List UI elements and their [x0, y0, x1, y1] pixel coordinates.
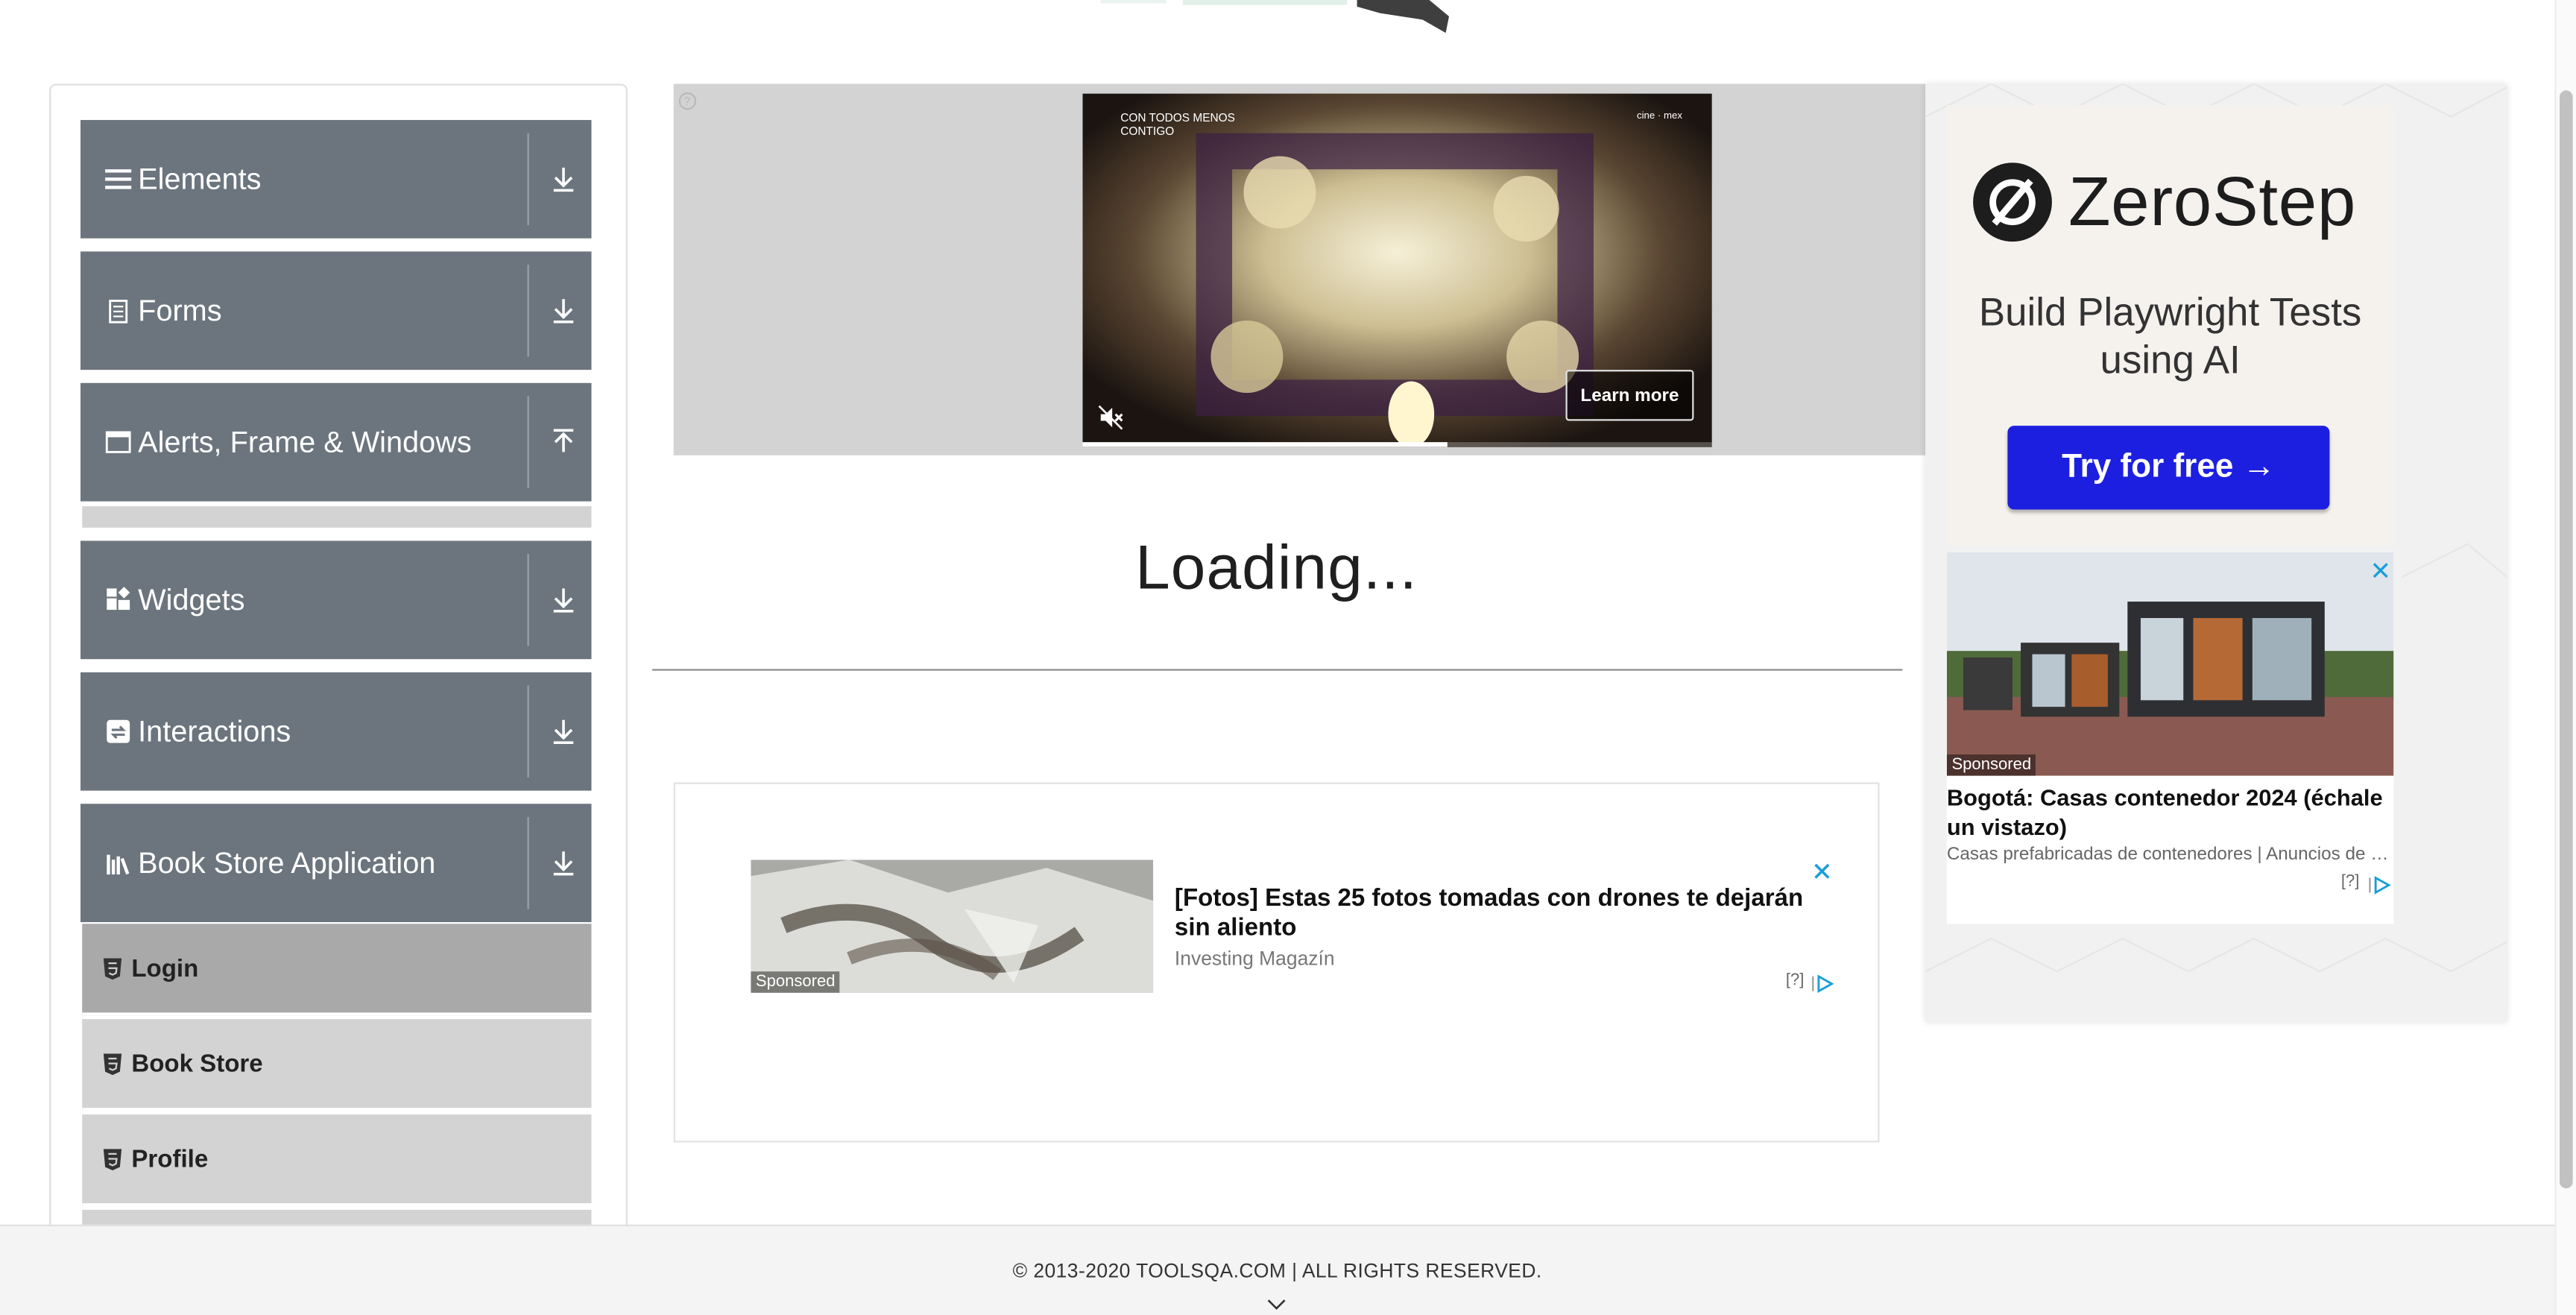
- upload-arrow-icon[interactable]: [549, 427, 578, 457]
- learn-more-button[interactable]: Learn more: [1565, 370, 1694, 421]
- zerostep-brand: ZeroStep: [2068, 163, 2357, 240]
- try-for-free-button[interactable]: Try for free →: [2007, 426, 2330, 510]
- video-brand-text: cine · mex: [1636, 111, 1682, 122]
- group-divider: [527, 685, 529, 778]
- article-source: Investing Magazín: [1174, 947, 1335, 970]
- group-divider: [527, 396, 529, 488]
- zerostep-tagline: Build Playwright Tests using AI: [1978, 291, 2362, 383]
- adchoice-help-text[interactable]: [?]: [2341, 873, 2360, 891]
- sidebar-group-elements[interactable]: Elements: [80, 119, 592, 239]
- sidebar-item-login[interactable]: Login: [82, 924, 592, 1016]
- html5-icon: [103, 1053, 122, 1076]
- window-icon: [105, 429, 131, 455]
- container-house-ad[interactable]: Sponsored Bogotá: Casas contenedor 2024 …: [1946, 552, 2394, 924]
- footer: © 2013-2020 TOOLSQA.COM | ALL RIGHTS RES…: [0, 1224, 2555, 1315]
- adchoices-icon[interactable]: [1812, 971, 1835, 994]
- group-divider: [527, 816, 529, 909]
- ad-info-icon[interactable]: ?: [678, 89, 697, 110]
- close-icon[interactable]: [2373, 557, 2389, 578]
- sidebar-group-alerts-frame-windows[interactable]: Alerts, Frame & Windows: [80, 382, 592, 502]
- widgets-icon: [105, 587, 131, 613]
- hamburger-icon: [105, 166, 132, 192]
- close-icon[interactable]: [1812, 860, 1831, 879]
- download-arrow-icon[interactable]: [549, 848, 578, 878]
- sidebar-group-widgets[interactable]: Widgets: [80, 540, 592, 660]
- right-ad-column: ZeroStep Build Playwright Tests using AI…: [1925, 83, 2507, 1023]
- sidebar-group-label: Book Store Application: [138, 846, 436, 880]
- download-arrow-icon[interactable]: [549, 716, 578, 746]
- sidebar-item-label: Profile: [131, 1145, 209, 1174]
- chevron-down-icon[interactable]: [1265, 1292, 1288, 1311]
- sidebar-item-book-store[interactable]: Book Store: [82, 1019, 592, 1111]
- container-house-description: Casas prefabricadas de contenedores | An…: [1946, 845, 2394, 865]
- muted-speaker-icon[interactable]: [1097, 404, 1123, 430]
- sidebar-group-interactions[interactable]: Interactions: [80, 672, 592, 791]
- zerostep-ad[interactable]: ZeroStep Build Playwright Tests using AI…: [1946, 105, 2394, 546]
- divider: [652, 669, 1903, 671]
- html5-icon: [103, 1149, 122, 1170]
- adchoices-icon[interactable]: [2369, 873, 2392, 895]
- video-progress-track[interactable]: [1082, 442, 1712, 447]
- adchoice-help-text[interactable]: [?]: [1786, 971, 1805, 989]
- sponsored-label: Sponsored: [1946, 754, 2036, 776]
- sidebar-group-label: Widgets: [138, 583, 245, 616]
- form-icon: [105, 297, 131, 324]
- article-image[interactable]: Sponsored: [751, 860, 1154, 993]
- article-title[interactable]: [Fotos] Estas 25 fotos tomadas con drone…: [1175, 884, 1840, 943]
- download-arrow-icon[interactable]: [549, 585, 578, 615]
- scrollbar-thumb[interactable]: [2559, 90, 2573, 1189]
- container-house-title[interactable]: Bogotá: Casas contenedor 2024 (échale un…: [1947, 783, 2394, 842]
- svg-text:?: ?: [684, 95, 691, 108]
- sidebar-group-label: Alerts, Frame & Windows: [138, 426, 472, 459]
- container-house-image[interactable]: Sponsored: [1946, 552, 2394, 776]
- sponsored-label: Sponsored: [751, 971, 841, 993]
- site-logo[interactable]: [1052, 0, 1479, 37]
- sidebar-group-label: Interactions: [138, 715, 291, 748]
- sidebar-item-label: Login: [131, 955, 199, 983]
- sidebar-item-profile[interactable]: Profile: [82, 1114, 592, 1207]
- group-divider: [527, 554, 529, 646]
- sidebar-group-label: Forms: [138, 294, 222, 327]
- sidebar-group-label: Elements: [138, 163, 262, 196]
- download-arrow-icon[interactable]: [549, 165, 578, 195]
- library-icon: [105, 850, 131, 876]
- sidebar-group-book-store-application[interactable]: Book Store Application: [80, 804, 592, 923]
- zerostep-logo-icon: [1972, 161, 2053, 243]
- sidebar-item-label: Book Store: [131, 1050, 263, 1079]
- group-divider: [527, 265, 529, 357]
- group-divider: [527, 133, 529, 226]
- sponsored-article-ad[interactable]: Sponsored [Fotos] Estas 25 fotos tomadas…: [673, 782, 1880, 1143]
- video-overlay-text: CON TODOS MENOS CONTIGO: [1120, 113, 1235, 139]
- collapsed-group-strip: [82, 506, 592, 528]
- sidebar-group-forms[interactable]: Forms: [80, 251, 592, 370]
- video-progress-fill: [1082, 442, 1448, 447]
- video-player[interactable]: CON TODOS MENOS CONTIGO cine · mex Learn…: [1082, 93, 1712, 447]
- loading-text: Loading...: [1135, 534, 1418, 604]
- download-arrow-icon[interactable]: [549, 296, 578, 326]
- html5-icon: [103, 958, 122, 980]
- footer-copyright: © 2013-2020 TOOLSQA.COM | ALL RIGHTS RES…: [1012, 1259, 1542, 1282]
- interactions-icon: [105, 719, 131, 745]
